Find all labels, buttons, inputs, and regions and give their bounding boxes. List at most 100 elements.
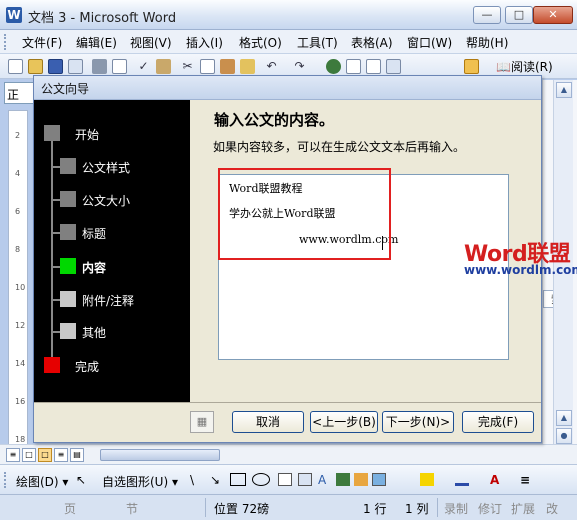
menu-help[interactable]: 帮助(H) — [466, 34, 508, 51]
finish-button[interactable]: 完成(F) — [462, 411, 534, 433]
menu-insert[interactable]: 插入(I) — [186, 34, 223, 51]
step-title[interactable]: 标题 — [82, 225, 106, 242]
save-icon[interactable] — [48, 59, 63, 74]
new-document-icon[interactable] — [8, 59, 23, 74]
menu-grip[interactable] — [4, 34, 7, 50]
step-marker-title[interactable] — [60, 224, 76, 240]
step-content-active[interactable]: 内容 — [82, 259, 106, 276]
minimize-button[interactable]: — — [473, 6, 501, 24]
step-memo-style[interactable]: 公文样式 — [82, 159, 130, 176]
menu-edit[interactable]: 编辑(E) — [76, 34, 117, 51]
drawbar-grip[interactable] — [4, 472, 7, 488]
research-icon[interactable] — [156, 59, 171, 74]
clipart-icon[interactable] — [354, 473, 368, 486]
picture-icon[interactable] — [372, 473, 386, 486]
diagram-icon[interactable] — [336, 473, 350, 486]
step-marker-size[interactable] — [60, 191, 76, 207]
tables-borders-icon[interactable] — [346, 59, 361, 74]
menu-file[interactable]: 文件(F) — [22, 34, 62, 51]
status-overtype[interactable]: 改 — [546, 500, 558, 517]
reading-view-icon[interactable]: ▤ — [70, 448, 84, 462]
next-button[interactable]: 下一步(N)> — [382, 411, 454, 433]
ruler-mark: 18 — [15, 435, 26, 444]
step-start[interactable]: 开始 — [75, 126, 99, 143]
fill-color-icon[interactable] — [420, 473, 434, 486]
print-view-icon[interactable]: □ — [38, 448, 52, 462]
maximize-button[interactable]: □ — [505, 6, 533, 24]
web-view-icon[interactable]: □ — [22, 448, 36, 462]
step-marker-other[interactable] — [60, 323, 76, 339]
menu-window[interactable]: 窗口(W) — [407, 34, 452, 51]
oval-icon[interactable] — [252, 473, 270, 486]
content-hint: 如果内容较多，可以在生成公文文本后再输入。 — [213, 140, 466, 154]
office-assistant-icon[interactable]: ▦ — [190, 411, 214, 433]
dialog-title-bar[interactable]: 公文向导 — [34, 76, 541, 100]
line-color-icon[interactable] — [455, 473, 469, 486]
outline-view-icon[interactable]: ≡ — [54, 448, 68, 462]
paste-icon[interactable] — [220, 59, 235, 74]
wizard-active-icon[interactable] — [464, 59, 479, 74]
autoshapes-menu[interactable]: 自选图形(U) ▾ — [102, 473, 178, 490]
rectangle-icon[interactable] — [230, 473, 246, 486]
cut-icon[interactable]: ✂ — [180, 59, 195, 74]
textbox-icon[interactable] — [278, 473, 292, 486]
ruler-mark: 2 — [15, 131, 21, 140]
close-button[interactable]: ✕ — [533, 6, 573, 24]
undo-icon[interactable]: ↶ — [264, 59, 279, 74]
copy-icon[interactable] — [200, 59, 215, 74]
back-button[interactable]: <上一步(B) — [310, 411, 378, 433]
hyperlink-icon[interactable] — [326, 59, 341, 74]
cancel-button[interactable]: 取消 — [232, 411, 304, 433]
step-other[interactable]: 其他 — [82, 324, 106, 341]
horizontal-scroll-thumb[interactable] — [100, 449, 220, 461]
browse-object-icon[interactable]: ● — [556, 428, 572, 444]
read-mode-button[interactable]: 📖阅读(R) — [496, 58, 553, 75]
ruler-mark: 8 — [15, 245, 21, 254]
scroll-up-icon[interactable]: ▲ — [556, 82, 572, 98]
step-marker-style[interactable] — [60, 158, 76, 174]
ruler-mark: 4 — [15, 169, 21, 178]
step-marker-attachments[interactable] — [60, 291, 76, 307]
status-track[interactable]: 修订 — [478, 500, 502, 517]
draw-menu-label: 绘图(D) — [16, 475, 59, 489]
redo-icon[interactable]: ↷ — [292, 59, 307, 74]
step-memo-size[interactable]: 公文大小 — [82, 192, 130, 209]
draw-menu[interactable]: 绘图(D) ▾ — [16, 473, 68, 490]
step-attachments[interactable]: 附件/注释 — [82, 292, 134, 309]
font-color-icon[interactable]: A — [490, 473, 499, 487]
menu-bar: 文件(F) 编辑(E) 视图(V) 插入(I) 格式(O) 工具(T) 表格(A… — [0, 30, 577, 54]
step-finish[interactable]: 完成 — [75, 358, 99, 375]
spelling-icon[interactable]: ✓ — [136, 59, 151, 74]
ruler-mark: 16 — [15, 397, 26, 406]
status-position: 位置 72磅 — [214, 502, 270, 516]
vertical-textbox-icon[interactable] — [298, 473, 312, 486]
step-marker-content[interactable] — [60, 258, 76, 274]
prev-page-icon[interactable]: ▲ — [556, 410, 572, 426]
normal-view-icon[interactable]: ≡ — [6, 448, 20, 462]
wordart-icon[interactable]: A — [318, 473, 326, 487]
arrow-icon[interactable]: ↘ — [210, 473, 220, 487]
window-title: 文档 3 - Microsoft Word — [28, 11, 177, 26]
select-objects-icon[interactable]: ↖ — [76, 473, 86, 487]
format-painter-icon[interactable] — [240, 59, 255, 74]
dialog-title: 公文向导 — [41, 82, 90, 96]
print-preview-icon[interactable] — [112, 59, 127, 74]
window-title-bar: W 文档 3 - Microsoft Word — □ ✕ — [0, 0, 577, 30]
status-extend[interactable]: 扩展 — [511, 500, 535, 517]
step-marker-start[interactable] — [44, 125, 60, 141]
menu-format[interactable]: 格式(O) — [239, 34, 282, 51]
columns-icon[interactable] — [386, 59, 401, 74]
menu-table[interactable]: 表格(A) — [351, 34, 393, 51]
menu-tools[interactable]: 工具(T) — [297, 34, 338, 51]
line-style-icon[interactable]: ≡ — [520, 473, 530, 487]
insert-table-icon[interactable] — [366, 59, 381, 74]
menu-view[interactable]: 视图(V) — [130, 34, 172, 51]
open-folder-icon[interactable] — [28, 59, 43, 74]
word-app-icon: W — [6, 7, 22, 23]
print-icon[interactable] — [92, 59, 107, 74]
style-box[interactable]: 正 — [4, 82, 34, 104]
permission-icon[interactable] — [68, 59, 83, 74]
status-record[interactable]: 录制 — [444, 500, 468, 517]
step-marker-finish[interactable] — [44, 357, 60, 373]
line-icon[interactable]: \ — [190, 473, 194, 487]
